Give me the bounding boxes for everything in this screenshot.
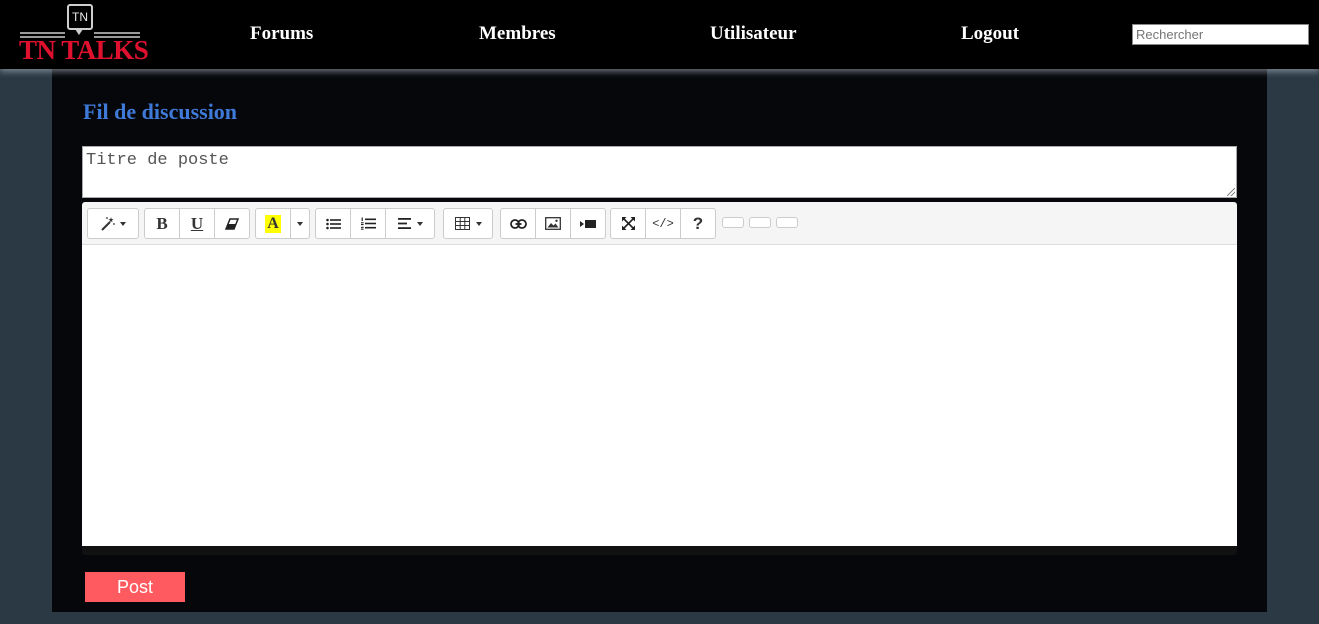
caret-down-icon: [416, 221, 423, 226]
table-dropdown-button[interactable]: [443, 208, 493, 239]
clear-format-button[interactable]: [214, 208, 250, 239]
insert-link-button[interactable]: [500, 208, 536, 239]
unordered-list-button[interactable]: [315, 208, 351, 239]
insert-video-button[interactable]: [570, 208, 606, 239]
underline-button[interactable]: U: [179, 208, 215, 239]
ordered-list-button[interactable]: [350, 208, 386, 239]
empty-toolbar-button[interactable]: [749, 217, 771, 228]
code-view-button[interactable]: </>: [645, 208, 681, 239]
empty-toolbar-button[interactable]: [722, 217, 744, 228]
picture-icon: [545, 217, 561, 230]
expand-arrows-icon: [621, 217, 635, 230]
color-group: A: [255, 208, 310, 239]
bullet-list-icon: [325, 218, 341, 230]
view-group: </> ?: [610, 208, 716, 239]
rich-text-editor: B U A </> ?: [82, 202, 1237, 555]
help-button[interactable]: ?: [680, 208, 716, 239]
editor-toolbar: B U A </> ?: [82, 202, 1237, 245]
nav-link-membres[interactable]: Membres: [479, 23, 556, 45]
insert-image-button[interactable]: [535, 208, 571, 239]
align-dropdown-button[interactable]: [385, 208, 435, 239]
main-panel: Fil de discussion Titre de poste B U A <…: [52, 69, 1267, 612]
logo-line: [20, 32, 65, 34]
search-input[interactable]: [1132, 24, 1309, 45]
navbar: TN TN TALKS Forums Membres Utilisateur L…: [0, 0, 1319, 69]
eraser-icon: [225, 217, 239, 231]
table-icon: [454, 217, 470, 230]
editor-resize-bar[interactable]: [82, 546, 1237, 555]
nav-link-utilisateur[interactable]: Utilisateur: [710, 23, 797, 45]
page-title: Fil de discussion: [83, 99, 238, 124]
style-dropdown-button[interactable]: [87, 208, 139, 239]
video-icon: [580, 219, 596, 229]
empty-toolbar-button[interactable]: [776, 217, 798, 228]
logo[interactable]: TN TN TALKS: [18, 4, 149, 66]
paragraph-group: [315, 208, 435, 239]
logo-text: TN TALKS: [19, 35, 149, 65]
magic-wand-icon: [100, 216, 116, 232]
fullscreen-button[interactable]: [610, 208, 646, 239]
align-left-icon: [397, 218, 411, 229]
color-dropdown-button[interactable]: [290, 208, 310, 239]
logo-line: [94, 32, 140, 34]
resize-handle[interactable]: [1227, 188, 1235, 196]
highlight-a-icon: A: [265, 214, 281, 233]
post-button[interactable]: Post: [85, 572, 185, 602]
caret-down-icon: [475, 221, 482, 226]
post-title-input[interactable]: [82, 146, 1237, 198]
bold-button[interactable]: B: [144, 208, 180, 239]
nav-link-forums[interactable]: Forums: [250, 23, 313, 45]
insert-group: [500, 208, 606, 239]
table-group: [443, 208, 493, 239]
link-icon: [509, 218, 527, 229]
style-group: [87, 208, 139, 239]
caret-down-icon: [297, 221, 303, 226]
font-style-group: B U: [144, 208, 250, 239]
caret-down-icon: [120, 221, 126, 226]
logo-badge: TN: [67, 4, 93, 35]
numbered-list-icon: [360, 217, 376, 230]
nav-link-logout[interactable]: Logout: [961, 23, 1019, 45]
highlight-color-button[interactable]: A: [255, 208, 291, 239]
editor-content-area[interactable]: [82, 245, 1237, 546]
